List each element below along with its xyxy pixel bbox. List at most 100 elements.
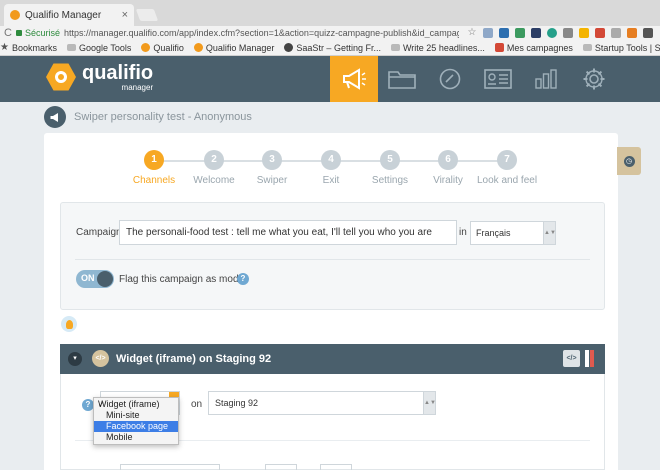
step-swiper[interactable]: 3 Swiper bbox=[242, 150, 302, 186]
browser-nav-buttons: C bbox=[0, 27, 16, 39]
select-arrows-icon: ▲▼ bbox=[423, 392, 436, 414]
bookmark-item[interactable]: Startup Tools | Stev... bbox=[582, 42, 660, 53]
extension-orange-icon[interactable] bbox=[626, 28, 637, 38]
bookmark-label: Mes campagnes bbox=[506, 42, 573, 53]
model-flag-toggle[interactable]: ON bbox=[76, 270, 114, 288]
bookmarks-bar: ★ Bookmarks Google Tools Qualifio Qualifi… bbox=[0, 40, 660, 56]
step-number: 1 bbox=[144, 150, 164, 170]
reload-icon[interactable]: C bbox=[4, 27, 12, 39]
extension-drive-icon[interactable] bbox=[578, 28, 589, 38]
side-panel-toggle[interactable]: ◷ bbox=[617, 147, 641, 175]
environment-select[interactable]: Staging 92 ▲▼ bbox=[208, 391, 436, 415]
environment-value: Staging 92 bbox=[215, 398, 259, 408]
field-partial[interactable] bbox=[265, 464, 297, 470]
widget-section-header: ▾ </> Widget (iframe) on Staging 92 </> bbox=[60, 344, 605, 374]
qualifio-logo[interactable]: qualifio manager bbox=[46, 62, 153, 92]
step-label: Settings bbox=[371, 175, 409, 186]
nav-folders[interactable] bbox=[378, 56, 426, 102]
wizard-steps: 1 Channels 2 Welcome 3 Swiper 4 Exit 5 S… bbox=[133, 150, 537, 190]
secure-indicator[interactable]: Sécurisé bbox=[15, 28, 60, 38]
in-label: in bbox=[459, 227, 467, 238]
campaign-label: Campaign bbox=[76, 227, 122, 238]
browser-tab[interactable]: Qualifio Manager × bbox=[4, 4, 134, 26]
bar-chart-icon bbox=[535, 69, 557, 89]
extension-gray-icon[interactable] bbox=[610, 28, 621, 38]
step-look-and-feel[interactable]: 7 Look and feel bbox=[477, 150, 537, 186]
logo-hexagon-icon bbox=[46, 63, 76, 91]
lock-icon bbox=[15, 30, 22, 36]
step-virality[interactable]: 6 Virality bbox=[418, 150, 478, 186]
bookmark-label: Qualifio Manager bbox=[205, 42, 275, 53]
extension-navy-icon[interactable] bbox=[530, 28, 541, 38]
delete-channel-button[interactable] bbox=[585, 350, 595, 367]
toggle-knob bbox=[97, 271, 113, 287]
bookmark-item[interactable]: Mes campagnes bbox=[494, 42, 573, 53]
folder-icon bbox=[582, 44, 592, 51]
step-number: 4 bbox=[321, 150, 341, 170]
tab-close-icon[interactable]: × bbox=[122, 9, 128, 21]
language-value: Français bbox=[476, 228, 511, 238]
step-channels[interactable]: 1 Channels bbox=[124, 150, 184, 186]
step-label: Look and feel bbox=[477, 175, 538, 186]
campaign-panel: Campaign The personali-food test : tell … bbox=[60, 202, 605, 310]
step-settings[interactable]: 5 Settings bbox=[360, 150, 420, 186]
campaign-name-field[interactable]: The personali-food test : tell me what y… bbox=[119, 220, 457, 245]
bookmark-label: Qualifio bbox=[153, 42, 184, 53]
bookmark-label: Startup Tools | Stev... bbox=[594, 42, 660, 53]
field-partial[interactable] bbox=[320, 464, 352, 470]
new-tab-button[interactable] bbox=[135, 9, 159, 21]
extension-red-icon[interactable] bbox=[594, 28, 605, 38]
bookmark-item[interactable]: Qualifio bbox=[141, 43, 184, 53]
step-exit[interactable]: 4 Exit bbox=[301, 150, 361, 186]
channel-type-dropdown: Widget (iframe) Mini-site Facebook page … bbox=[93, 397, 179, 445]
nav-campaigns[interactable] bbox=[330, 56, 378, 102]
page-header: Swiper personality test - Anonymous bbox=[44, 106, 252, 128]
step-number: 7 bbox=[497, 150, 517, 170]
extension-green-icon[interactable] bbox=[514, 28, 525, 38]
step-welcome[interactable]: 2 Welcome bbox=[184, 150, 244, 186]
bookmark-item[interactable]: ★ Bookmarks bbox=[0, 43, 57, 53]
logo-sub: manager bbox=[121, 82, 154, 92]
nav-statistics[interactable] bbox=[522, 56, 570, 102]
dropdown-option[interactable]: Mini-site bbox=[94, 410, 178, 421]
extension-pocket-icon[interactable] bbox=[562, 28, 573, 38]
nav-settings[interactable] bbox=[570, 56, 618, 102]
folder-icon bbox=[388, 71, 416, 89]
browser-toolbar: C Sécurisé https://manager.qualifio.com/… bbox=[0, 26, 660, 40]
bookmark-star-icon[interactable]: ☆ bbox=[467, 28, 477, 38]
help-icon[interactable]: ? bbox=[237, 273, 249, 285]
collapse-chevron-icon[interactable]: ▾ bbox=[68, 352, 82, 366]
bookmark-item[interactable]: Google Tools bbox=[66, 42, 132, 53]
main-nav bbox=[330, 56, 618, 102]
app-header: qualifio manager bbox=[0, 56, 660, 102]
step-label: Exit bbox=[322, 175, 340, 186]
bookmark-item[interactable]: Write 25 headlines... bbox=[390, 43, 485, 53]
address-bar[interactable]: https://manager.qualifio.com/app/index.c… bbox=[64, 28, 459, 38]
extension-chat-icon[interactable] bbox=[546, 28, 557, 38]
nav-contacts[interactable] bbox=[474, 56, 522, 102]
extension-iq-icon[interactable] bbox=[498, 28, 509, 38]
logo-name: qualifio bbox=[82, 61, 154, 84]
divider bbox=[75, 259, 590, 260]
extension-dark-icon[interactable] bbox=[642, 28, 653, 38]
select-arrows-icon: ▲▼ bbox=[543, 222, 556, 244]
secure-label: Sécurisé bbox=[24, 28, 60, 38]
check-circle-icon bbox=[439, 68, 461, 90]
dropdown-option[interactable]: Widget (iframe) bbox=[94, 399, 178, 410]
extension-blue-icon[interactable] bbox=[482, 28, 493, 38]
dropdown-option[interactable]: Mobile bbox=[94, 432, 178, 443]
mail-icon bbox=[494, 43, 504, 52]
bookmark-item[interactable]: SaaStr – Getting Fr... bbox=[284, 43, 381, 53]
language-select[interactable]: Français ▲▼ bbox=[470, 221, 556, 245]
bookmark-item[interactable]: Qualifio Manager bbox=[193, 42, 275, 53]
step-label: Welcome bbox=[193, 175, 235, 186]
dropdown-option[interactable]: Facebook page bbox=[94, 421, 178, 432]
embed-code-button[interactable]: </> bbox=[563, 350, 580, 367]
bookmark-label: Google Tools bbox=[78, 42, 132, 53]
nav-validation[interactable] bbox=[426, 56, 474, 102]
campaign-megaphone-icon bbox=[44, 106, 66, 128]
qualifio-icon bbox=[141, 43, 151, 52]
bookmark-label: Bookmarks bbox=[11, 42, 57, 53]
field-partial[interactable] bbox=[120, 464, 220, 470]
lightbulb-icon[interactable] bbox=[61, 316, 77, 332]
